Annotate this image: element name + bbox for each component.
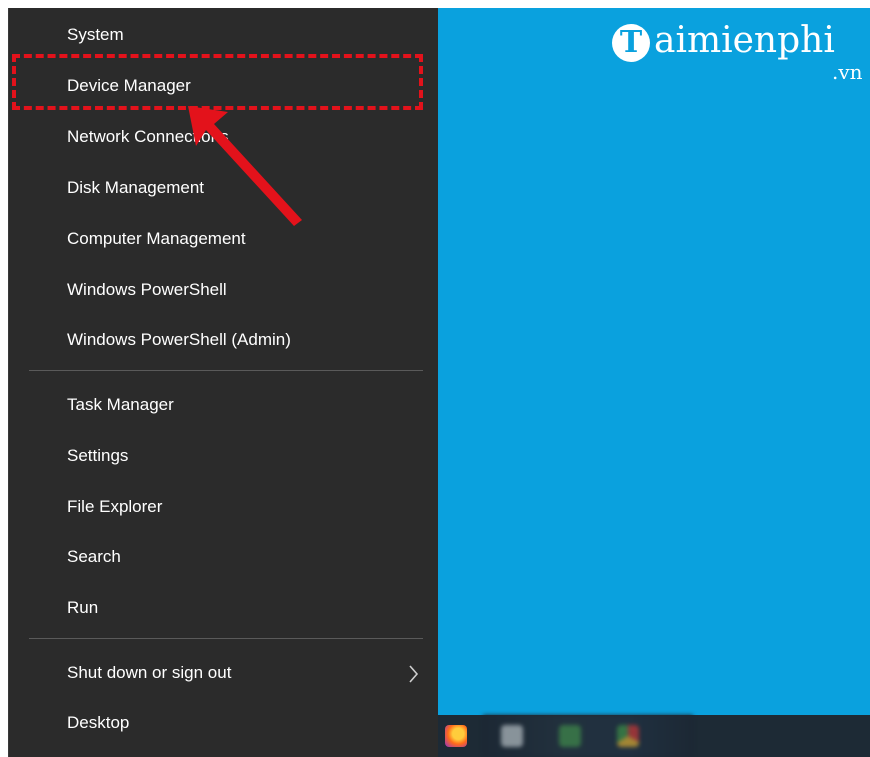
menu-item-windows-powershell[interactable]: Windows PowerShell	[9, 265, 438, 315]
menu-item-desktop[interactable]: Desktop	[9, 698, 438, 748]
app-icon[interactable]	[501, 725, 523, 747]
logo-suffix-text: .vn	[832, 60, 863, 84]
menu-item-label: Run	[67, 598, 99, 617]
menu-item-windows-powershell-admin[interactable]: Windows PowerShell (Admin)	[9, 315, 438, 365]
menu-item-label: Windows PowerShell	[67, 280, 227, 299]
taskbar	[437, 715, 870, 757]
desktop-background	[437, 8, 870, 715]
menu-separator	[29, 638, 423, 639]
watermark-logo: T aimienphi .vn	[612, 18, 870, 88]
menu-item-task-manager[interactable]: Task Manager	[9, 380, 438, 430]
menu-item-label: System	[67, 25, 124, 44]
menu-item-label: Windows PowerShell (Admin)	[67, 330, 291, 349]
menu-item-label: Task Manager	[67, 395, 174, 414]
menu-item-label: File Explorer	[67, 497, 163, 516]
menu-item-label: Desktop	[67, 713, 130, 732]
menu-separator	[29, 370, 423, 371]
firefox-icon[interactable]	[445, 725, 467, 747]
chrome-icon[interactable]	[617, 725, 639, 747]
menu-item-label: Shut down or sign out	[67, 663, 232, 682]
menu-item-system[interactable]: System	[9, 10, 438, 60]
menu-item-settings[interactable]: Settings	[9, 431, 438, 481]
logo-t-icon: T	[612, 24, 650, 62]
menu-item-shut-down-or-sign-out[interactable]: Shut down or sign out	[9, 648, 438, 698]
menu-item-run[interactable]: Run	[9, 583, 438, 633]
menu-item-label: Search	[67, 547, 121, 566]
app-icon[interactable]	[559, 725, 581, 747]
red-pointer-arrow-icon	[188, 106, 302, 226]
chevron-right-icon	[409, 648, 419, 698]
menu-item-search[interactable]: Search	[9, 532, 438, 582]
menu-item-file-explorer[interactable]: File Explorer	[9, 482, 438, 532]
menu-item-label: Settings	[67, 446, 129, 465]
logo-brand-text: aimienphi	[654, 20, 835, 61]
